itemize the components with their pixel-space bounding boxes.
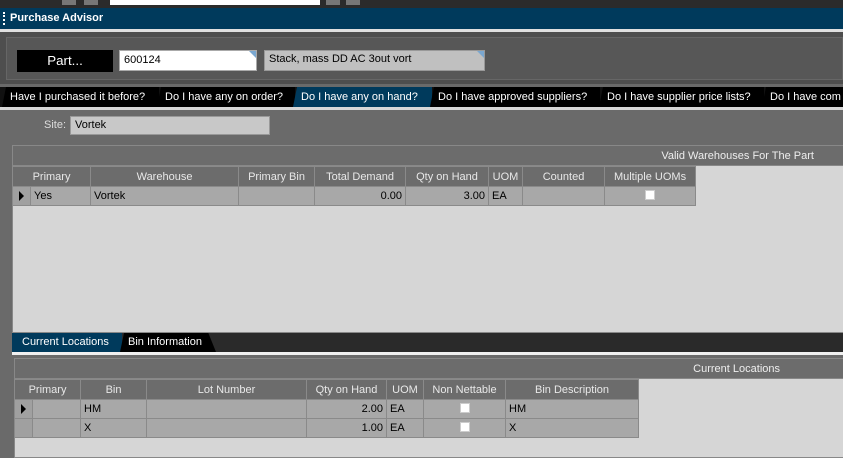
cell-primary[interactable]: [31, 399, 82, 419]
divider: [0, 107, 843, 110]
col-qty-on-hand[interactable]: Qty on Hand: [306, 379, 388, 400]
tab-more[interactable]: Do I have com: [762, 87, 843, 107]
multiple-uoms-checkbox[interactable]: [645, 189, 656, 200]
current-row-icon: [19, 191, 24, 201]
cell-primary[interactable]: Yes: [29, 186, 92, 206]
warehouses-title: Valid Warehouses For The Part: [13, 146, 843, 166]
col-primary-bin[interactable]: Primary Bin: [238, 166, 316, 187]
col-multiple-uoms[interactable]: Multiple UOMs: [604, 166, 697, 187]
divider: [12, 352, 843, 355]
col-bin-description[interactable]: Bin Description: [505, 379, 640, 400]
toolbar-button[interactable]: [326, 0, 340, 5]
tab-on-order[interactable]: Do I have any on order?: [157, 87, 295, 107]
cell-qty-on-hand[interactable]: 1.00: [306, 418, 388, 438]
locations-grid: Primary Bin Lot Number Qty on Hand UOM N…: [13, 379, 640, 438]
toolbar-button[interactable]: [84, 0, 98, 5]
cell-non-nettable[interactable]: [423, 399, 507, 419]
col-primary[interactable]: Primary: [13, 379, 82, 400]
row-indicator: [12, 186, 31, 206]
non-nettable-checkbox[interactable]: [459, 402, 470, 413]
cell-bin[interactable]: X: [80, 418, 148, 438]
col-qty-on-hand[interactable]: Qty on Hand: [405, 166, 490, 187]
col-warehouse[interactable]: Warehouse: [90, 166, 240, 187]
col-counted[interactable]: Counted: [522, 166, 606, 187]
toolbar-button[interactable]: [62, 0, 76, 5]
cell-qty-on-hand[interactable]: 3.00: [405, 186, 490, 206]
part-button[interactable]: Part...: [17, 50, 113, 72]
table-row[interactable]: X 1.00 EA X: [14, 418, 640, 438]
window-title: Purchase Advisor: [0, 8, 843, 29]
cell-primary-bin[interactable]: [238, 186, 316, 206]
non-nettable-checkbox[interactable]: [459, 421, 470, 432]
current-row-icon: [21, 404, 26, 414]
col-uom[interactable]: UOM: [386, 379, 425, 400]
cell-bin-description[interactable]: HM: [505, 399, 640, 419]
col-uom[interactable]: UOM: [488, 166, 524, 187]
row-indicator: [14, 399, 33, 419]
cell-warehouse[interactable]: Vortek: [90, 186, 240, 206]
tab-supplier-price-lists[interactable]: Do I have supplier price lists?: [599, 87, 764, 107]
cell-total-demand[interactable]: 0.00: [314, 186, 407, 206]
cell-non-nettable[interactable]: [423, 418, 507, 438]
corner-marker-icon: [249, 51, 256, 58]
row-indicator: [14, 418, 33, 438]
cell-lot-number[interactable]: [146, 399, 308, 419]
cell-uom[interactable]: EA: [386, 418, 425, 438]
part-description-value: Stack, mass DD AC 3out vort: [269, 53, 412, 65]
site-field: Vortek: [70, 116, 270, 135]
cell-lot-number[interactable]: [146, 418, 308, 438]
cell-bin[interactable]: HM: [80, 399, 148, 419]
warehouses-grid: Primary Warehouse Primary Bin Total Dema…: [11, 166, 697, 206]
cell-qty-on-hand[interactable]: 2.00: [306, 399, 388, 419]
part-description-field: Stack, mass DD AC 3out vort: [264, 50, 485, 71]
tab-bin-information[interactable]: Bin Information: [120, 333, 216, 352]
table-row[interactable]: HM 2.00 EA HM: [14, 399, 640, 419]
tab-on-hand[interactable]: Do I have any on hand?: [293, 87, 432, 107]
cell-primary[interactable]: [31, 418, 82, 438]
table-row[interactable]: Yes Vortek 0.00 3.00 EA: [12, 186, 697, 206]
locations-title: Current Locations: [15, 359, 843, 379]
cell-bin-description[interactable]: X: [505, 418, 640, 438]
cell-multiple-uoms[interactable]: [604, 186, 697, 206]
tab-purchased-before[interactable]: Have I purchased it before?: [2, 87, 159, 107]
cell-counted[interactable]: [522, 186, 606, 206]
toolbar-search-input[interactable]: [110, 0, 320, 5]
col-lot-number[interactable]: Lot Number: [146, 379, 308, 400]
col-total-demand[interactable]: Total Demand: [314, 166, 407, 187]
tab-current-locations[interactable]: Current Locations: [12, 333, 122, 352]
col-primary[interactable]: Primary: [11, 166, 92, 187]
part-number-input[interactable]: 600124: [119, 50, 257, 71]
part-number-value: 600124: [124, 54, 161, 66]
col-bin[interactable]: Bin: [80, 379, 148, 400]
tab-approved-suppliers[interactable]: Do I have approved suppliers?: [430, 87, 600, 107]
grip-icon: [3, 12, 5, 25]
cell-uom[interactable]: EA: [386, 399, 425, 419]
cell-uom[interactable]: EA: [488, 186, 524, 206]
toolbar-button[interactable]: [346, 0, 360, 5]
site-label: Site:: [44, 119, 67, 131]
col-non-nettable[interactable]: Non Nettable: [423, 379, 507, 400]
corner-marker-icon: [477, 51, 484, 58]
